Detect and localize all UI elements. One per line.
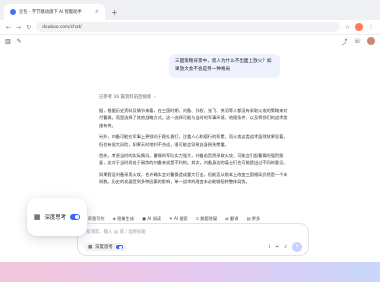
composer-controls: ▦ 深度思考 ⌇ ✂ ♪ ↑ [84,242,302,252]
attach-icon[interactable]: ⌇ [268,245,270,250]
scissors-icon[interactable]: ✂ [276,245,280,250]
user-avatar[interactable] [367,37,375,45]
favicon-icon [10,9,16,15]
deep-think-toggle[interactable]: ▦ 深度思考 [84,243,127,251]
phone-icon[interactable]: ☏ [353,38,361,45]
answer-paragraph: 如果假设刘备采用火攻，也许确实会对曹操造成重大打击，但能否从根本上改变三国格局仍… [99,171,288,185]
mic-icon[interactable]: ♪ [284,245,287,250]
menu-dots-icon[interactable]: ⋮ [368,24,374,31]
app-header: ▥ ✎ ⤴ ☏ [0,35,380,47]
chevron-right-icon: › [154,94,157,100]
address-bar: ← → ↻ doubao.com/chat/ ☆ ⋮ [0,20,380,35]
assistant-answer: 据，根据历史资料及情节来看，在三国时期，刘备、孙权、张飞、关羽等人都没有采取火攻… [99,107,291,190]
browser-tab[interactable]: 豆包 - 字节跳动旗下 AI 智能助手 × [4,4,105,20]
new-chat-icon[interactable]: ✎ [17,38,22,45]
ai-read-action[interactable]: ▣ AI 阅读 [142,216,161,222]
ai-search-label: AI 搜索 [173,215,188,221]
profile-icon[interactable] [355,23,363,31]
url-input[interactable]: doubao.com/chat/ [36,22,340,32]
deep-think-icon: ▦ [88,244,93,250]
share-icon[interactable]: ⤴ [341,37,347,46]
sidebar-toggle-icon[interactable]: ▥ [5,38,11,45]
tab-close-icon[interactable]: × [95,9,99,15]
skill-toolbar: ✎ 帮我写作 ◈ 图像生成 ▣ AI 阅读 ✦ AI 搜索 ⎋ 解题答疑 ⇄ 翻… [77,214,309,223]
message-composer[interactable]: 发消息、输入 @ 或 / 选择技能 ▦ 深度思考 ⌇ ✂ ♪ ↑ [77,223,309,256]
ai-search-action[interactable]: ✦ AI 搜索 [169,216,188,222]
background-gradient [0,262,380,282]
forward-icon[interactable]: → [16,24,21,31]
translate-icon: ⇄ [225,215,229,221]
ai-read-label: AI 阅读 [147,215,162,221]
grid-icon: ▤ [246,215,251,221]
user-message: 三国策略背景中，叔人为什么不出面上放火？如果放大会不会是另一种格局 [169,54,280,78]
tab-title: 豆包 - 字节跳动旗下 AI 智能助手 [19,10,82,15]
sparkle-icon: ✦ [169,215,173,221]
composer-input[interactable]: 发消息、输入 @ 或 / 选择技能 [86,229,146,235]
reload-icon[interactable]: ↻ [26,24,31,31]
translate-label: 翻译 [230,215,239,221]
solve-icon: ⎋ [195,215,200,221]
back-icon[interactable]: ← [6,24,11,31]
more-action[interactable]: ▤ 更多 [246,216,260,222]
tab-bar: 豆包 - 字节跳动旗下 AI 智能助手 × + [0,0,380,20]
translate-action[interactable]: ⇄ 翻译 [225,216,238,222]
image-icon: ◈ [112,215,116,221]
solve-action[interactable]: ⎋ 解题答疑 [196,216,217,222]
zoom-label: 深度思考 [44,215,67,221]
image-gen-action[interactable]: ◈ 图像生成 [113,216,134,222]
answer-paragraph: 据，根据历史资料及情节来看，在三国时期，刘备、孙权、张飞、关羽等人都没有采取火攻… [99,108,288,128]
deep-think-zoom-callout[interactable]: ▦ 深度思考 [27,198,87,236]
write-label: 帮我写作 [87,215,105,221]
deep-think-icon: ▦ [33,213,41,221]
send-button[interactable]: ↑ [292,242,302,252]
references-label: 已参考 16 篇资料前后搜索 [99,95,152,100]
answer-paragraph: 另外，刘备可能在军事上更倾向于稳扎稳打，注重人心和德行的积累，而火攻这类战术虽然… [99,134,288,147]
doc-icon: ▣ [141,215,146,221]
toggle-switch[interactable] [115,245,123,249]
image-gen-label: 图像生成 [117,215,134,221]
new-tab-button[interactable]: + [111,8,118,17]
solve-label: 解题答疑 [200,215,218,221]
more-label: 更多 [251,215,261,221]
answer-paragraph: 首先，考虑当时的实际情况，曹操的军队实力强大，刘备若贸然采取火攻，可能会引起曹操… [99,153,288,166]
deep-think-label: 深度思考 [95,245,113,250]
references-link[interactable]: 已参考 16 篇资料前后搜索 › [99,94,157,101]
toggle-switch[interactable] [70,214,81,220]
bookmark-star-icon[interactable]: ☆ [345,24,350,31]
